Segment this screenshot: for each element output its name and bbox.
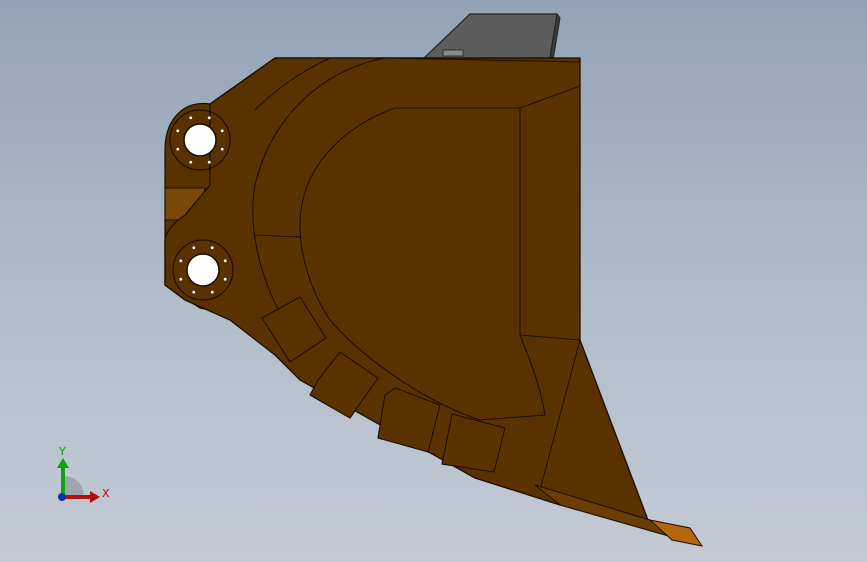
axis-triad: X Y: [57, 445, 110, 503]
bolt-hole: [188, 115, 193, 120]
y-axis-label: Y: [58, 445, 66, 458]
triad-shadow: [64, 476, 84, 496]
bolt-hole: [175, 147, 180, 152]
bolt-hole: [220, 128, 225, 133]
bolt-hole: [191, 245, 196, 250]
bolt-hole: [223, 277, 228, 282]
bolt-hole: [220, 147, 225, 152]
bolt-hole: [207, 160, 212, 165]
x-axis-arrow: [90, 491, 100, 503]
x-axis-label: X: [102, 487, 110, 500]
cad-viewport[interactable]: X Y: [0, 0, 867, 562]
bucket-body: [164, 57, 650, 521]
z-axis-dot: [58, 493, 66, 501]
bolt-hole: [207, 115, 212, 120]
bolt-hole: [210, 245, 215, 250]
y-axis-arrow: [57, 458, 69, 468]
bolt-hole: [178, 277, 183, 282]
bolt-hole: [191, 290, 196, 295]
mounting-bracket: [422, 12, 561, 61]
bolt-hole: [175, 128, 180, 133]
bucket-model[interactable]: X Y: [0, 0, 867, 562]
bolt-hole: [178, 258, 183, 263]
bracket-slot: [442, 49, 464, 57]
bolt-hole: [223, 258, 228, 263]
bolt-hole: [188, 160, 193, 165]
bolt-hole: [210, 290, 215, 295]
